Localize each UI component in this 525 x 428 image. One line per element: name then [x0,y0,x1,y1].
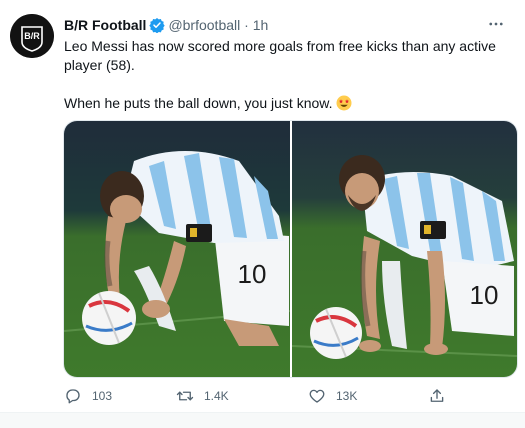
tweet-header: B/R Football @brfootball · 1h [64,16,268,34]
tweet-actions: 103 1.4K 13K [64,386,504,406]
retweet-icon [176,391,194,401]
tweet-timestamp[interactable]: 1h [253,17,269,33]
messi-kneeling-photo-right: 10 [292,121,517,377]
messi-kneeling-photo-left: 10 [64,121,290,377]
like-icon [309,389,325,403]
author-handle[interactable]: @brfootball [168,17,240,33]
author-name[interactable]: B/R Football [64,17,146,33]
like-button[interactable]: 13K [308,386,357,406]
tweet[interactable]: B/R B/R Football @brfootball · 1h Leo Mes… [0,0,525,412]
br-football-logo: B/R [10,14,54,58]
reply-count: 103 [92,389,113,403]
share-icon [430,389,444,402]
jersey-number-right: 10 [470,280,499,310]
like-count: 13K [336,389,358,403]
jersey-number-left: 10 [238,259,267,289]
avatar-logo-text: B/R [24,31,40,41]
reply-button[interactable]: 103 [64,386,112,406]
retweet-button[interactable]: 1.4K [176,386,229,406]
more-options-icon[interactable] [482,10,510,38]
media-photo-left[interactable]: 10 [64,121,290,377]
verified-badge-icon [149,17,166,34]
star-struck-emoji [336,95,352,111]
header-separator: · [244,17,249,33]
reply-icon [66,389,80,404]
timeline-separator [0,412,525,428]
tweet-media[interactable]: 10 10 [63,120,518,378]
share-button[interactable] [428,386,456,406]
tweet-text: Leo Messi has now scored more goals from… [64,37,504,113]
media-photo-right[interactable]: 10 [292,121,517,377]
tweet-text-line-2: When he puts the ball down, you just kno… [64,94,504,113]
retweet-count: 1.4K [204,389,229,403]
avatar[interactable]: B/R [10,14,54,58]
tweet-text-line-1: Leo Messi has now scored more goals from… [64,38,496,73]
tweet-text-line-2-content: When he puts the ball down, you just kno… [64,95,333,111]
